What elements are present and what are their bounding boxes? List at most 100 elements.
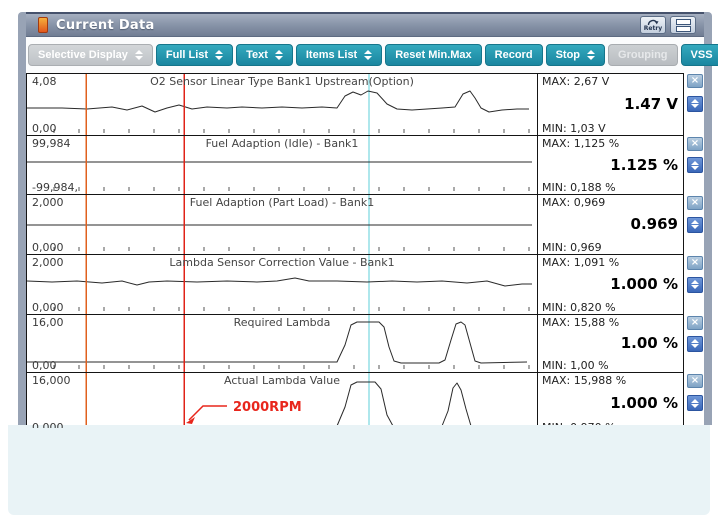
close-row-button[interactable]: × [687, 137, 703, 151]
current-value: 1.000 % [610, 275, 678, 293]
value-panel: MAX: 1,125 % 1.125 % MIN: 0,188 % [538, 136, 684, 195]
max-value-label: MAX: 15,988 % [542, 374, 626, 387]
scroll-updown-button[interactable] [687, 157, 703, 173]
scale-min-label: 0,000 [32, 301, 64, 314]
updown-arrows-icon [587, 50, 595, 60]
toolbar-button-label: Selective Display [38, 49, 128, 61]
title-bar: Current Data Retry [26, 12, 704, 37]
waveform [27, 91, 529, 112]
current-value: 1.125 % [610, 156, 678, 174]
scroll-updown-button[interactable] [687, 277, 703, 293]
charts-area: 4,08 O2 Sensor Linear Type Bank1 Upstrea… [26, 73, 704, 428]
row-controls: × [684, 315, 704, 373]
row-controls: × [684, 73, 704, 136]
chart-title: Required Lambda [27, 316, 537, 329]
close-row-button[interactable]: × [687, 374, 703, 388]
chart-plot: 16,000 Actual Lambda Value 0,000 2000RPM [26, 373, 538, 428]
toolbar-button-label: Grouping [618, 49, 668, 61]
max-value-label: MAX: 1,091 % [542, 256, 619, 269]
max-value-label: MAX: 1,125 % [542, 137, 619, 150]
value-panel: MAX: 15,988 % 1.000 % MIN: 0,970 % [538, 373, 684, 428]
scale-min-label: 0,000 [32, 241, 64, 254]
scale-min-label: 0,00 [32, 359, 57, 372]
scale-min-label: 0,000 [32, 421, 64, 428]
retry-label: Retry [644, 26, 662, 32]
scroll-updown-button[interactable] [687, 217, 703, 233]
toolbar-button-label: Stop [556, 49, 580, 61]
row-controls: × [684, 373, 704, 428]
updown-arrows-icon [275, 50, 283, 60]
bottom-panel-background [8, 425, 710, 515]
chart-row: 16,000 Actual Lambda Value 0,000 2000RPM… [26, 373, 704, 428]
chart-title: Fuel Adaption (Part Load) - Bank1 [27, 196, 537, 209]
toolbar-button-selective-display[interactable]: Selective Display [28, 44, 153, 66]
scroll-updown-button[interactable] [687, 336, 703, 352]
updown-arrows-icon [135, 50, 143, 60]
close-row-button[interactable]: × [687, 196, 703, 210]
toolbar-button-items-list[interactable]: Items List [296, 44, 382, 66]
chart-plot: 16,00 Required Lambda 0,00 [26, 315, 538, 373]
row-controls: × [684, 255, 704, 315]
chart-plot: 2,000 Fuel Adaption (Part Load) - Bank1 … [26, 195, 538, 255]
current-value: 1.47 V [624, 95, 678, 113]
close-row-button[interactable]: × [687, 316, 703, 330]
toolbar-button-label: Record [495, 49, 533, 61]
scale-min-label: -99,984, [32, 181, 78, 194]
retry-button[interactable]: Retry [640, 16, 666, 34]
current-value: 0.969 [631, 215, 678, 233]
close-row-button[interactable]: × [687, 74, 703, 88]
updown-arrows-icon [364, 50, 372, 60]
min-value-label: MIN: 1,00 % [542, 359, 609, 372]
current-value: 1.00 % [621, 334, 678, 352]
close-row-button[interactable]: × [687, 256, 703, 270]
toolbar-button-text[interactable]: Text [236, 44, 293, 66]
chart-row: 2,000 Lambda Sensor Correction Value - B… [26, 255, 704, 315]
scroll-updown-button[interactable] [687, 395, 703, 411]
toolbar-button-label: Text [246, 49, 268, 61]
app-icon [38, 17, 48, 33]
current-value: 1.000 % [610, 394, 678, 412]
row-controls: × [684, 136, 704, 195]
row-controls: × [684, 195, 704, 255]
min-value-label: MIN: 0,188 % [542, 181, 616, 194]
rpm-annotation-label: 2000RPM [233, 400, 302, 415]
toolbar-button-reset-min-max[interactable]: Reset Min.Max [385, 44, 481, 66]
scroll-updown-button[interactable] [687, 96, 703, 112]
toolbar-button-stop[interactable]: Stop [546, 44, 605, 66]
max-value-label: MAX: 0,969 [542, 196, 605, 209]
min-value-label: MIN: 0,969 [542, 241, 602, 254]
value-panel: MAX: 2,67 V 1.47 V MIN: 1,03 V [538, 73, 684, 136]
toolbar: Selective Display Full List Text Items L… [26, 37, 704, 73]
value-panel: MAX: 1,091 % 1.000 % MIN: 0,820 % [538, 255, 684, 315]
layout-toggle-button[interactable] [670, 16, 696, 34]
chart-plot: 2,000 Lambda Sensor Correction Value - B… [26, 255, 538, 315]
scale-min-label: 0,00 [32, 122, 57, 135]
chart-title: Fuel Adaption (Idle) - Bank1 [27, 137, 537, 150]
chart-plot: 4,08 O2 Sensor Linear Type Bank1 Upstrea… [26, 73, 538, 136]
max-value-label: MAX: 15,88 % [542, 316, 619, 329]
toolbar-button-label: Full List [166, 49, 208, 61]
toolbar-button-record[interactable]: Record [485, 44, 543, 66]
toolbar-button-vss[interactable]: VSS [681, 44, 718, 66]
toolbar-button-label: VSS [691, 49, 713, 61]
chart-row: 4,08 O2 Sensor Linear Type Bank1 Upstrea… [26, 73, 704, 136]
min-value-label: MIN: 1,03 V [542, 122, 606, 135]
toolbar-button-grouping[interactable]: Grouping [608, 44, 678, 66]
updown-arrows-icon [215, 50, 223, 60]
chart-title: O2 Sensor Linear Type Bank1 Upstream(Opt… [27, 75, 537, 88]
value-panel: MAX: 15,88 % 1.00 % MIN: 1,00 % [538, 315, 684, 373]
rpm-annotation-line [189, 406, 227, 420]
current-data-window: Current Data Retry Selective Display Ful… [18, 12, 712, 425]
chart-row: 2,000 Fuel Adaption (Part Load) - Bank1 … [26, 195, 704, 255]
waveform [27, 278, 532, 286]
toolbar-button-label: Items List [306, 49, 357, 61]
max-value-label: MAX: 2,67 V [542, 75, 609, 88]
value-panel: MAX: 0,969 0.969 MIN: 0,969 [538, 195, 684, 255]
min-value-label: MIN: 0,820 % [542, 301, 616, 314]
chart-row: 16,00 Required Lambda 0,00 MAX: 15,88 % … [26, 315, 704, 373]
toolbar-button-label: Reset Min.Max [395, 49, 471, 61]
chart-row: 99,984 Fuel Adaption (Idle) - Bank1 -99,… [26, 136, 704, 195]
toolbar-button-full-list[interactable]: Full List [156, 44, 233, 66]
chart-title: Lambda Sensor Correction Value - Bank1 [27, 256, 537, 269]
chart-title: Actual Lambda Value [27, 374, 537, 387]
